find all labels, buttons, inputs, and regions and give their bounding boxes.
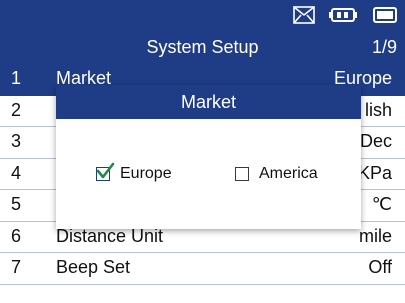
status-icons bbox=[293, 5, 397, 29]
title-bar: System Setup 1/9 bbox=[0, 34, 405, 64]
item-number: 4 bbox=[11, 162, 22, 183]
item-value: ℃ bbox=[371, 194, 392, 214]
dialog-title: Market bbox=[56, 85, 361, 119]
checkbox-america[interactable] bbox=[235, 167, 249, 181]
item-number: 5 bbox=[11, 194, 22, 214]
page-indicator: 1/9 bbox=[371, 37, 397, 57]
item-number: 7 bbox=[11, 257, 22, 277]
checkmark-icon bbox=[96, 162, 115, 179]
option-label: Europe bbox=[120, 165, 172, 182]
item-number: 2 bbox=[11, 99, 22, 120]
checkbox-europe[interactable] bbox=[96, 162, 115, 181]
page-title: System Setup bbox=[146, 37, 259, 57]
option-label: America bbox=[259, 165, 318, 182]
item-label: Beep Set bbox=[56, 257, 131, 277]
item-value: KPa bbox=[357, 162, 392, 183]
item-value: Dec bbox=[359, 131, 392, 151]
item-number: 3 bbox=[11, 131, 22, 151]
power-icon bbox=[373, 6, 397, 29]
option-europe[interactable]: Europe bbox=[96, 162, 172, 183]
market-dialog: Market Europe America bbox=[56, 85, 361, 229]
item-value: mile bbox=[358, 225, 392, 246]
status-bar bbox=[0, 0, 405, 34]
item-number: 6 bbox=[11, 225, 22, 246]
list-item-beep-set[interactable]: 7 Beep Set Off bbox=[0, 253, 405, 285]
mail-icon bbox=[293, 5, 315, 29]
item-number: 1 bbox=[11, 68, 22, 88]
item-value: lish bbox=[364, 99, 392, 120]
item-value: Off bbox=[368, 257, 392, 277]
option-america[interactable]: America bbox=[235, 165, 318, 183]
battery-icon bbox=[329, 6, 359, 29]
